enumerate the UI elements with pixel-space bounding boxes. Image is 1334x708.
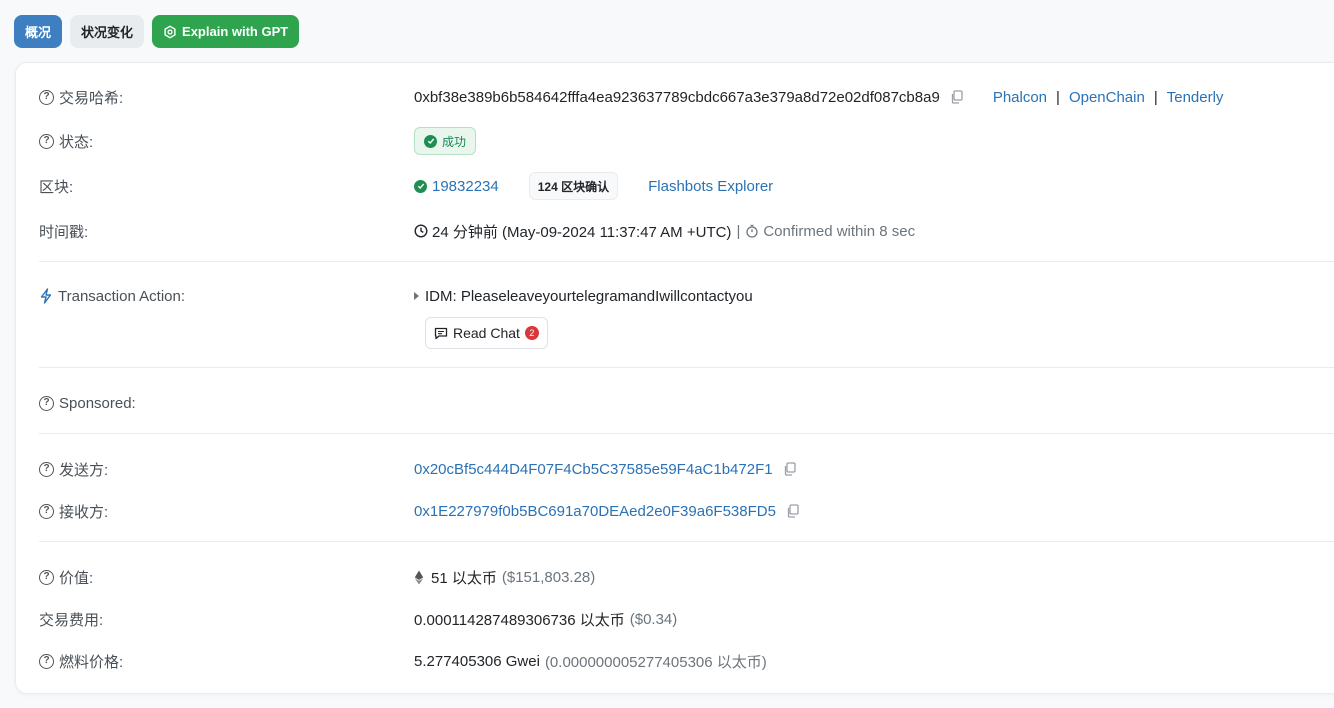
tab-state-change[interactable]: 状况变化 bbox=[70, 15, 145, 48]
value-usd: ($151,803.28) bbox=[501, 568, 596, 586]
chat-count-badge: 2 bbox=[524, 326, 539, 340]
read-chat-button[interactable]: Read Chat 2 bbox=[425, 317, 548, 349]
check-circle-icon bbox=[414, 179, 427, 193]
block-confirmations-badge: 124 区块确认 bbox=[528, 172, 619, 200]
row-status: ? 状态: 成功 bbox=[39, 127, 1334, 155]
row-tx-hash: ? 交易哈希: 0xbf38e389b6b584642fffa4ea923637… bbox=[39, 85, 1334, 109]
status-value: 成功 bbox=[442, 134, 467, 149]
separator: | bbox=[736, 222, 741, 240]
row-block: 区块: 19832234 124 区块确认 Flashbots Explorer bbox=[39, 172, 1334, 200]
explain-with-gpt-label: Explain with GPT bbox=[182, 24, 289, 39]
stopwatch-icon bbox=[746, 224, 758, 238]
gas-price-amount: 5.277405306 Gwei bbox=[414, 652, 540, 670]
divider bbox=[39, 433, 1334, 434]
timestamp-value: 24 分钟前 (May-09-2024 11:37:47 AM +UTC) bbox=[432, 223, 732, 241]
help-icon[interactable]: ? bbox=[39, 395, 54, 411]
confirmed-within: Confirmed within 8 sec bbox=[763, 222, 916, 240]
clock-icon bbox=[414, 224, 428, 238]
to-label: 接收方: bbox=[59, 503, 109, 521]
help-icon[interactable]: ? bbox=[39, 653, 54, 669]
tab-bar: 概况 状况变化 Explain with GPT bbox=[14, 15, 300, 48]
check-circle-icon bbox=[424, 134, 437, 148]
row-gas-price: ? 燃料价格: 5.277405306 Gwei (0.000000005277… bbox=[39, 649, 1334, 673]
transaction-fee-usd: ($0.34) bbox=[629, 610, 678, 628]
timestamp-label: 时间戳: bbox=[39, 223, 89, 241]
help-icon[interactable]: ? bbox=[39, 569, 54, 585]
openchain-link[interactable]: OpenChain bbox=[1069, 89, 1145, 106]
read-chat-label: Read Chat bbox=[453, 325, 520, 341]
sponsored-label: Sponsored: bbox=[59, 394, 136, 412]
phalcon-link[interactable]: Phalcon bbox=[993, 89, 1047, 106]
divider bbox=[39, 541, 1334, 542]
tx-hash-value: 0xbf38e389b6b584642fffa4ea923637789cbdc6… bbox=[414, 88, 940, 106]
value-amount: 51 以太币 bbox=[431, 569, 497, 587]
link-separator: | bbox=[1153, 88, 1158, 106]
help-icon[interactable]: ? bbox=[39, 133, 54, 149]
row-sponsored: ? Sponsored: bbox=[39, 391, 1334, 415]
transaction-fee-amount: 0.000114287489306736 以太币 bbox=[414, 611, 625, 629]
value-label: 价值: bbox=[59, 569, 94, 587]
row-from: ? 发送方: 0x20cBf5c444D4F07F4Cb5C37585e59F4… bbox=[39, 457, 1334, 481]
help-icon[interactable]: ? bbox=[39, 461, 54, 477]
status-badge: 成功 bbox=[414, 127, 477, 155]
copy-icon[interactable] bbox=[950, 90, 964, 104]
help-icon[interactable]: ? bbox=[39, 503, 54, 519]
flashbots-explorer-link[interactable]: Flashbots Explorer bbox=[648, 178, 773, 195]
lightning-icon bbox=[40, 288, 52, 304]
divider bbox=[39, 261, 1334, 262]
transaction-action-value: IDM: PleaseleaveyourtelegramandIwillcont… bbox=[425, 287, 753, 305]
copy-icon[interactable] bbox=[786, 504, 800, 518]
divider bbox=[39, 367, 1334, 368]
caret-right-icon[interactable] bbox=[414, 292, 419, 300]
explain-with-gpt-button[interactable]: Explain with GPT bbox=[152, 15, 300, 48]
row-timestamp: 时间戳: 24 分钟前 (May-09-2024 11:37:47 AM +UT… bbox=[39, 219, 1334, 243]
chat-icon bbox=[434, 327, 448, 339]
transaction-details-card: ? 交易哈希: 0xbf38e389b6b584642fffa4ea923637… bbox=[15, 62, 1334, 694]
block-label: 区块: bbox=[39, 178, 74, 196]
row-transaction-action: Transaction Action: IDM: Pleaseleaveyour… bbox=[39, 284, 1334, 308]
tx-hash-label: 交易哈希: bbox=[59, 89, 124, 107]
transaction-fee-label: 交易费用: bbox=[39, 611, 104, 629]
openai-icon bbox=[164, 25, 176, 38]
status-label: 状态: bbox=[59, 133, 94, 151]
tab-overview[interactable]: 概况 bbox=[14, 15, 63, 48]
link-separator: | bbox=[1056, 88, 1060, 106]
from-label: 发送方: bbox=[59, 461, 109, 479]
copy-icon[interactable] bbox=[783, 462, 797, 476]
block-number-link[interactable]: 19832234 bbox=[432, 178, 499, 195]
row-transaction-fee: 交易费用: 0.000114287489306736 以太币 ($0.34) bbox=[39, 607, 1334, 631]
transaction-action-label: Transaction Action: bbox=[58, 287, 186, 305]
tenderly-link[interactable]: Tenderly bbox=[1167, 89, 1224, 106]
from-address-link[interactable]: 0x20cBf5c444D4F07F4Cb5C37585e59F4aC1b472… bbox=[414, 461, 773, 478]
help-icon[interactable]: ? bbox=[39, 89, 54, 105]
ethereum-icon bbox=[414, 570, 424, 584]
row-value: ? 价值: 51 以太币 ($151,803.28) bbox=[39, 565, 1334, 589]
gas-price-eth: (0.000000005277405306 以太币) bbox=[544, 653, 767, 671]
to-address-link[interactable]: 0x1E227979f0b5BC691a70DEAed2e0F39a6F538F… bbox=[414, 503, 776, 520]
gas-price-label: 燃料价格: bbox=[59, 653, 124, 671]
row-to: ? 接收方: 0x1E227979f0b5BC691a70DEAed2e0F39… bbox=[39, 499, 1334, 523]
